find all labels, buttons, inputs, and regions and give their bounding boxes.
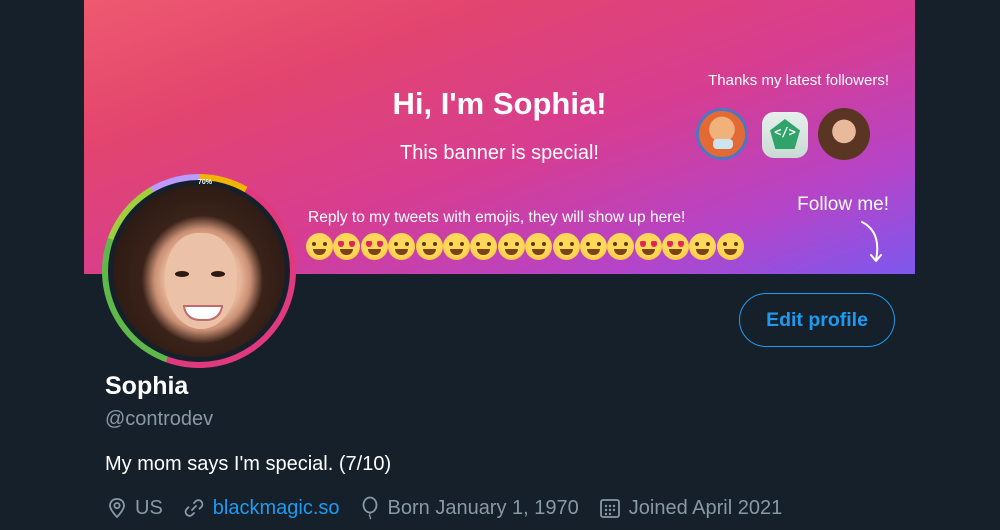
location-text: US [135, 496, 163, 519]
latest-followers: </> [696, 108, 876, 164]
location-pin-icon [109, 498, 125, 519]
link-icon [184, 499, 204, 517]
emoji-reaction [497, 233, 525, 260]
follower-avatar: </> [762, 112, 808, 158]
website-link[interactable]: blackmagic.so [213, 497, 340, 520]
joined-text: Joined April 2021 [628, 496, 783, 519]
emoji-reactions [306, 233, 744, 267]
calendar-icon [599, 499, 620, 518]
emoji-reaction [716, 233, 744, 260]
emoji-reaction [579, 233, 607, 260]
emoji-reaction [442, 233, 470, 260]
birthday-text: Born January 1, 1970 [387, 496, 579, 519]
emoji-reaction [525, 233, 553, 260]
location-item: US [107, 497, 163, 520]
followers-heading: Thanks my latest followers! [708, 72, 889, 89]
emoji-reaction [333, 233, 361, 260]
follower-avatar [696, 108, 748, 160]
emoji-reaction [634, 233, 662, 260]
balloon-icon [362, 496, 377, 520]
joined-item: Joined April 2021 [599, 497, 782, 520]
profile-bio: My mom says I'm special. (7/10) [105, 453, 392, 475]
avatar [113, 185, 285, 357]
avatar-progress-label: 70% [198, 179, 213, 186]
emoji-reaction [388, 233, 416, 260]
profile-meta: US blackmagic.so Born January 1, 1970 Jo… [107, 494, 802, 522]
curved-arrow-icon [861, 221, 882, 262]
emoji-reaction [662, 233, 690, 260]
emoji-reaction [552, 233, 580, 260]
avatar-progress-ring[interactable] [102, 174, 296, 368]
emoji-reaction [470, 233, 498, 260]
emoji-reaction [607, 233, 635, 260]
birthday-item: Born January 1, 1970 [360, 496, 579, 520]
follow-me-text: Follow me! [797, 194, 889, 215]
follower-avatar [818, 108, 870, 160]
emoji-reply-prompt: Reply to my tweets with emojis, they wil… [308, 209, 686, 226]
profile-name: Sophia [105, 372, 189, 400]
website-item[interactable]: blackmagic.so [183, 497, 340, 520]
emoji-reaction [689, 233, 717, 260]
profile-handle: @controdev [105, 408, 214, 430]
emoji-reaction [415, 233, 443, 260]
edit-profile-button[interactable]: Edit profile [739, 293, 895, 347]
emoji-reaction [306, 233, 333, 260]
emoji-reaction [360, 233, 388, 260]
